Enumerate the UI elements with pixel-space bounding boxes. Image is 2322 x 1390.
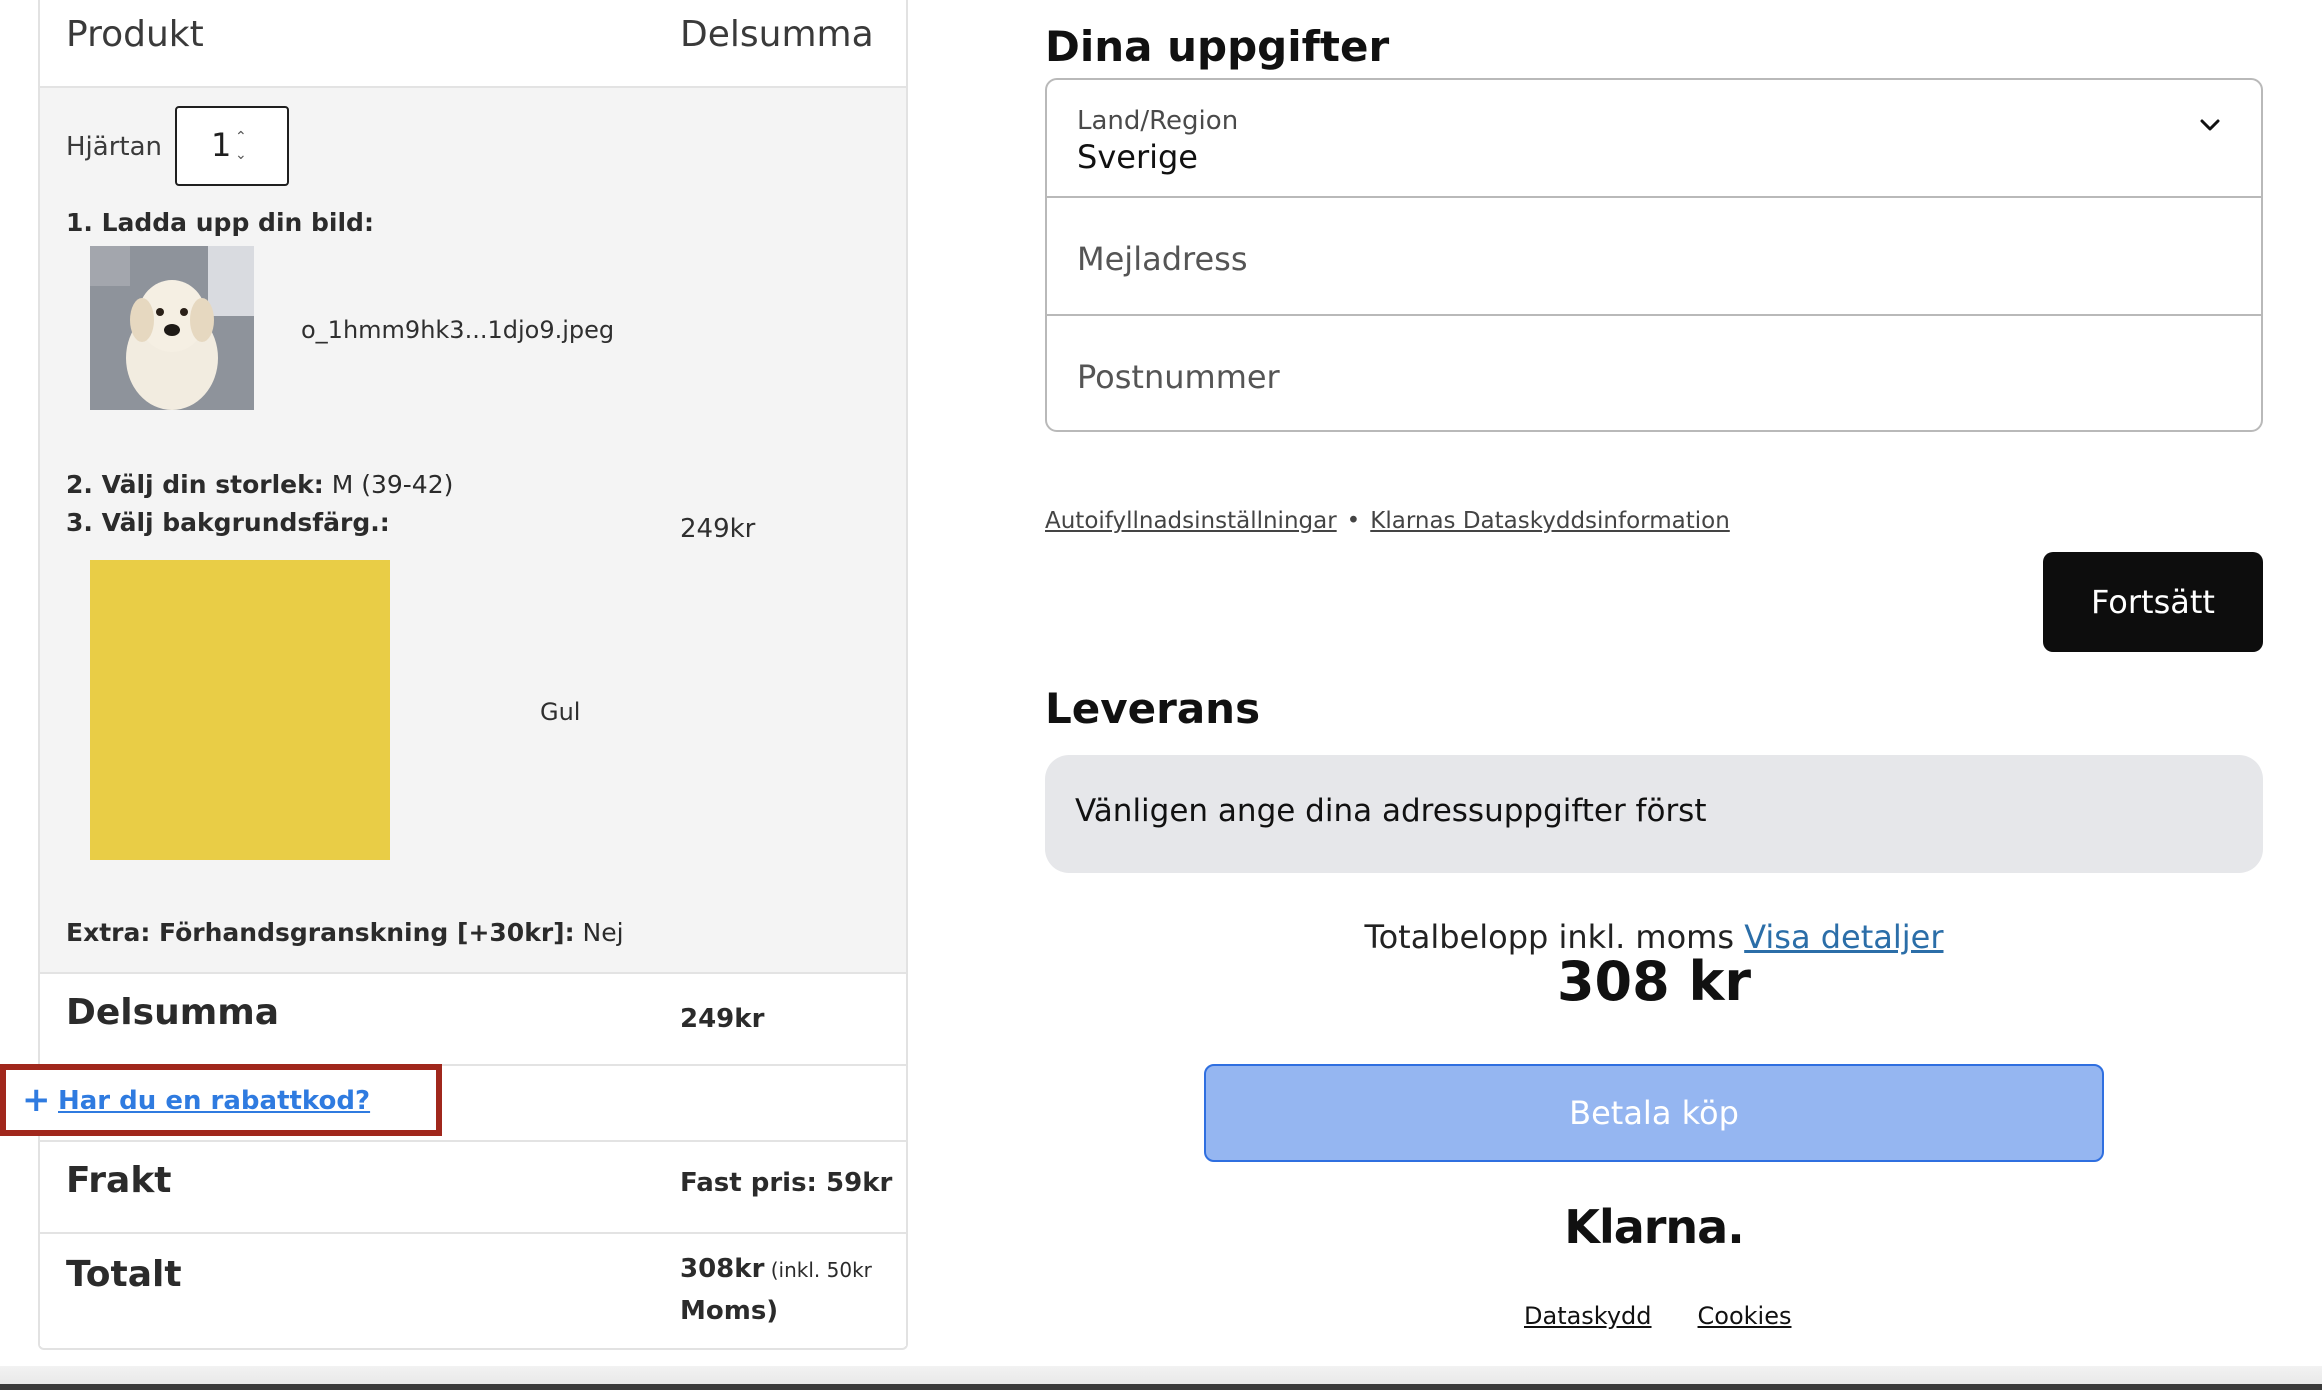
quantity-label: Hjärtan — [66, 132, 163, 162]
footer-cookies-link[interactable]: Cookies — [1698, 1302, 1792, 1330]
size-label: 2. Välj din storlek: — [66, 470, 324, 499]
klarna-privacy-link[interactable]: Klarnas Dataskyddsinformation — [1370, 508, 1730, 534]
total-amount-left: 308kr (inkl. 50kr — [680, 1254, 872, 1284]
size-value: M (39-42) — [323, 470, 454, 499]
plus-icon[interactable]: + — [22, 1080, 51, 1120]
product-column-header: Produkt — [66, 14, 204, 55]
delivery-notice-text: Vänligen ange dina adressuppgifter först — [1075, 793, 1707, 829]
link-separator: • — [1346, 508, 1361, 534]
details-title: Dina uppgifter — [1045, 22, 1390, 71]
upload-label: 1. Ladda upp din bild: — [66, 208, 374, 237]
country-label: Land/Region — [1077, 106, 1239, 136]
email-field[interactable]: Mejladress — [1047, 198, 2261, 316]
total-row: Totalt 308kr (inkl. 50kr Moms) — [40, 1234, 906, 1346]
uploaded-dog-photo — [90, 246, 254, 410]
continue-button[interactable]: Fortsätt — [2043, 552, 2263, 652]
email-placeholder: Mejladress — [1077, 240, 1248, 278]
subtotal-amount: 249kr — [680, 1004, 765, 1034]
klarna-logo: Klarna. — [1564, 1200, 1744, 1254]
extra-label: Extra: Förhandsgranskning [+30kr]: — [66, 918, 575, 947]
extra-value: Nej — [574, 918, 624, 947]
subtotal-label: Delsumma — [66, 992, 280, 1033]
subtotal-column-header: Delsumma — [680, 14, 874, 55]
extra-option: Extra: Förhandsgranskning [+30kr]: Nej — [66, 918, 624, 947]
coupon-highlight[interactable]: + Har du en rabattkod? — [0, 1064, 442, 1136]
order-table-header: Produkt Delsumma — [40, 0, 906, 88]
order-line-item: Hjärtan 1 ⌃ ⌄ 1. Ladda upp din bild: o_1h… — [40, 88, 906, 974]
chevron-down-icon[interactable] — [2199, 114, 2221, 136]
background-color-label: 3. Välj bakgrundsfärg.: — [66, 508, 390, 537]
country-select[interactable]: Land/Region Sverige — [1047, 80, 2261, 198]
shipping-amount: Fast pris: 59kr — [680, 1168, 893, 1198]
bottom-edge — [0, 1384, 2322, 1390]
total-label: Totalt — [66, 1254, 182, 1295]
shipping-row: Frakt Fast pris: 59kr — [40, 1142, 906, 1234]
total-vat-note: (inkl. 50kr — [764, 1258, 872, 1282]
footer-privacy-link[interactable]: Dataskydd — [1524, 1302, 1652, 1330]
footer-links: Dataskydd Cookies — [1524, 1302, 1838, 1330]
postal-code-field[interactable]: Postnummer — [1047, 316, 2261, 430]
postal-code-placeholder: Postnummer — [1077, 358, 1280, 396]
coupon-link[interactable]: Har du en rabattkod? — [58, 1086, 370, 1116]
quantity-stepper[interactable]: 1 ⌃ ⌄ — [175, 106, 289, 186]
uploaded-filename: o_1hmm9hk3...1djo9.jpeg — [301, 316, 615, 344]
total-vat-note-2: Moms) — [680, 1296, 779, 1326]
quantity-value: 1 — [211, 126, 232, 164]
color-name: Gul — [540, 698, 581, 726]
shipping-label: Frakt — [66, 1160, 172, 1201]
order-summary: Produkt Delsumma Hjärtan 1 ⌃ ⌄ 1. Ladda u… — [38, 0, 908, 1350]
delivery-notice: Vänligen ange dina adressuppgifter först — [1045, 755, 2263, 873]
delivery-title: Leverans — [1045, 684, 1261, 733]
pay-button[interactable]: Betala köp — [1204, 1064, 2104, 1162]
subtotal-row: Delsumma 249kr — [40, 974, 906, 1066]
item-price: 249kr — [680, 514, 756, 544]
customer-details-form: Land/Region Sverige Mejladress Postnumme… — [1045, 78, 2263, 432]
size-option: 2. Välj din storlek: M (39-42) — [66, 470, 453, 499]
privacy-links: Autoifyllnadsinställningar • Klarnas Datas… — [1045, 508, 1730, 534]
autofill-settings-link[interactable]: Autoifyllnadsinställningar — [1045, 508, 1337, 534]
total-value: 308kr — [680, 1254, 765, 1284]
country-value: Sverige — [1077, 138, 1198, 176]
background-color-swatch — [90, 560, 390, 860]
checkout-total-amount: 308 kr — [1556, 950, 1752, 1013]
stepper-arrows-icon[interactable]: ⌃ ⌄ — [235, 128, 247, 164]
